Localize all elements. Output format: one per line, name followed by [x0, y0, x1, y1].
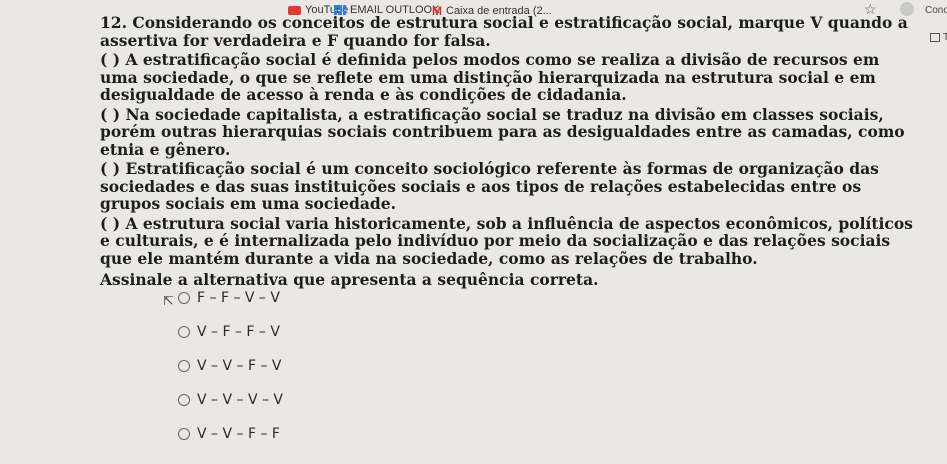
question-block: 12. Considerando os conceitos de estrutu…	[100, 14, 915, 289]
alternative-option[interactable]: V – V – F – F	[178, 426, 280, 442]
radio-button[interactable]	[178, 326, 190, 338]
alternative-label: V – V – F – V	[197, 358, 282, 374]
alternative-label: V – F – F – V	[197, 324, 280, 340]
side-button[interactable]: To	[930, 32, 947, 43]
alternative-label: F – F – V – V	[197, 290, 280, 306]
alternative-label: V – V – F – F	[197, 426, 280, 442]
statement-2: ( ) Na sociedade capitalista, a estratif…	[100, 104, 905, 159]
statement-1: ( ) A estratificação social é definida p…	[100, 50, 880, 104]
alternative-option[interactable]: F – F – V – V	[178, 290, 280, 306]
alternative-option[interactable]: V – V – F – V	[178, 358, 282, 374]
conclude-button[interactable]: Conclu	[925, 5, 947, 16]
question-title: 12. Considerando os conceitos de estrutu…	[100, 13, 908, 50]
square-icon	[930, 33, 940, 42]
side-button-label: To	[943, 32, 947, 43]
radio-button[interactable]	[178, 428, 190, 440]
question-prompt: Assinale a alternativa que apresenta a s…	[100, 270, 599, 289]
alternative-option[interactable]: V – V – V – V	[178, 392, 283, 408]
radio-button[interactable]	[178, 292, 190, 304]
alternative-option[interactable]: V – F – F – V	[178, 324, 280, 340]
radio-button[interactable]	[178, 360, 190, 372]
statement-3: ( ) Estratificação social é um conceito …	[100, 159, 879, 213]
radio-button[interactable]	[178, 394, 190, 406]
statement-4: ( ) A estrutura social varia historicame…	[100, 213, 913, 268]
alternative-label: V – V – V – V	[197, 392, 284, 408]
cursor-icon: ⇱	[163, 294, 174, 309]
